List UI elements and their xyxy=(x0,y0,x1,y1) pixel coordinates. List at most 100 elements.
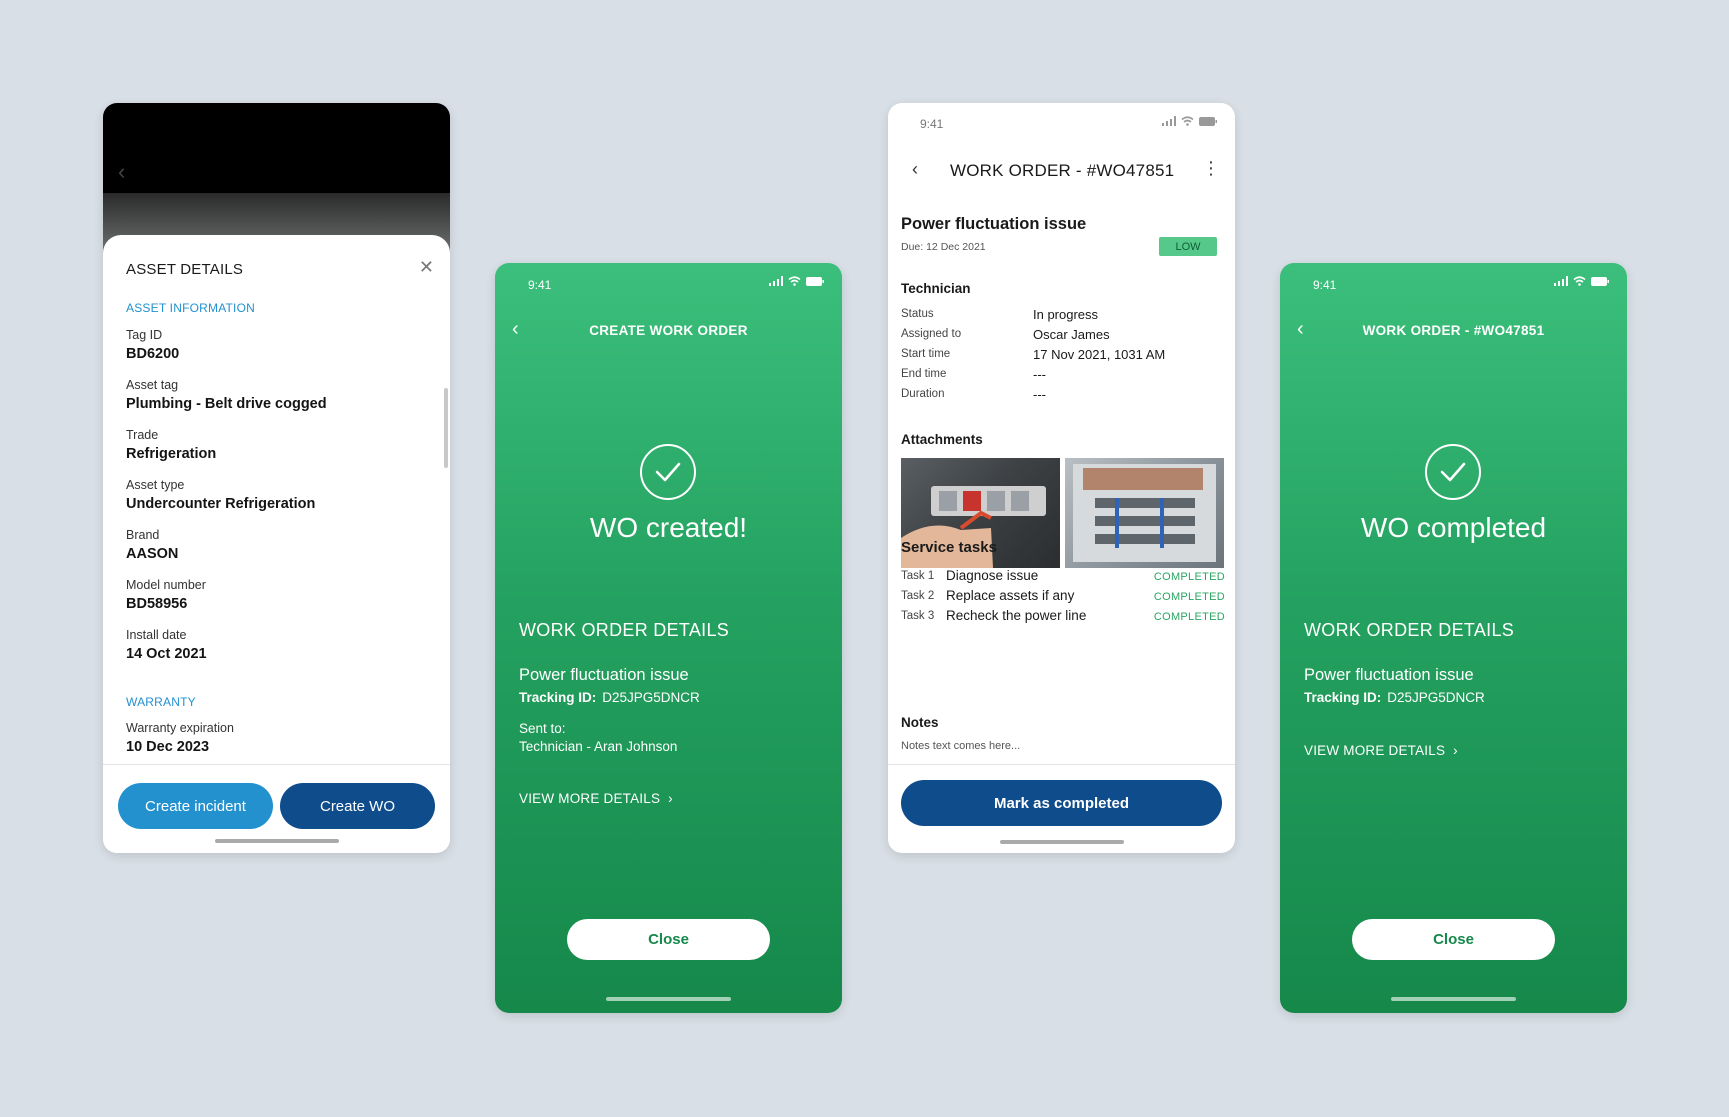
back-icon[interactable]: ‹ xyxy=(912,159,918,180)
asset-details-sheet: ASSET DETAILS ✕ ASSET INFORMATION Tag ID… xyxy=(103,235,450,853)
status-time: 9:41 xyxy=(920,117,944,131)
task-title: Diagnose issue xyxy=(946,568,1039,583)
view-more-details-link[interactable]: VIEW MORE DETAILS › xyxy=(1304,743,1458,758)
tech-label: Start time xyxy=(901,348,951,360)
signal-icon xyxy=(769,276,783,286)
task-status: COMPLETED xyxy=(1153,591,1225,603)
field-label: Trade xyxy=(126,428,159,442)
notes-text: Notes text comes here... xyxy=(901,740,1021,752)
notes-heading: Notes xyxy=(901,715,939,730)
field-label: Tag ID xyxy=(126,328,163,342)
tech-value: --- xyxy=(1033,367,1046,382)
tracking-value: D25JPG5DNCR xyxy=(1387,690,1485,705)
status-time: 9:41 xyxy=(1313,278,1337,292)
field-value: BD58956 xyxy=(126,596,188,612)
battery-icon xyxy=(1199,116,1217,126)
status-time: 9:41 xyxy=(528,278,552,292)
tech-label: Status xyxy=(901,308,934,320)
task-status: COMPLETED xyxy=(1153,571,1225,583)
status-icons xyxy=(1554,276,1609,286)
priority-badge: LOW xyxy=(1159,237,1217,256)
close-button[interactable]: Close xyxy=(567,919,770,960)
battery-icon xyxy=(1591,276,1609,286)
create-incident-button[interactable]: Create incident xyxy=(118,783,273,829)
field-value: 10 Dec 2023 xyxy=(126,739,210,755)
section-warranty: WARRANTY xyxy=(126,695,196,709)
sent-to-value: Technician - Aran Johnson xyxy=(519,739,678,754)
mark-as-completed-button[interactable]: Mark as completed xyxy=(901,780,1222,826)
task-title: Recheck the power line xyxy=(946,608,1087,623)
field-label: Warranty expiration xyxy=(126,721,234,735)
home-indicator xyxy=(1000,840,1124,844)
tracking-label: Tracking ID: xyxy=(519,690,597,705)
check-circle-icon xyxy=(640,444,696,500)
service-tasks-heading: Service tasks xyxy=(901,539,997,556)
asset-details-screen: ‹ ASSET DETAILS ✕ ASSET INFORMATION Tag … xyxy=(103,103,450,853)
chevron-right-icon: › xyxy=(1449,743,1458,758)
field-label: Install date xyxy=(126,628,187,642)
wo-created-screen: 9:41 ‹ CREATE WORK ORDER WO created! WOR… xyxy=(495,263,842,1013)
close-icon[interactable]: ✕ xyxy=(419,257,434,278)
create-wo-button[interactable]: Create WO xyxy=(280,783,435,829)
field-label: Model number xyxy=(126,578,206,592)
issue-title: Power fluctuation issue xyxy=(901,215,1087,233)
wifi-icon xyxy=(1181,116,1194,126)
signal-icon xyxy=(1554,276,1568,286)
page-title: WORK ORDER - #WO47851 xyxy=(950,161,1175,180)
tech-label: Assigned to xyxy=(901,328,962,340)
task-status: COMPLETED xyxy=(1153,611,1225,623)
tracking-id: Tracking ID: D25JPG5DNCR xyxy=(519,690,700,705)
home-indicator xyxy=(606,997,731,1001)
wo-completed-screen: 9:41 ‹ WORK ORDER - #WO47851 WO complete… xyxy=(1280,263,1627,1013)
page-title: CREATE WORK ORDER xyxy=(589,323,748,338)
attachment-image[interactable] xyxy=(1065,458,1224,568)
view-more-label: VIEW MORE DETAILS xyxy=(1304,743,1446,758)
field-label: Asset tag xyxy=(126,378,179,392)
wifi-icon xyxy=(1573,276,1586,286)
view-more-label: VIEW MORE DETAILS xyxy=(519,791,661,806)
scrollbar[interactable] xyxy=(444,388,448,468)
home-indicator xyxy=(1391,997,1516,1001)
issue-title: Power fluctuation issue xyxy=(519,666,689,684)
due-date: Due: 12 Dec 2021 xyxy=(901,241,986,253)
back-icon[interactable]: ‹ xyxy=(118,159,125,185)
tech-value: --- xyxy=(1033,387,1046,402)
tracking-value: D25JPG5DNCR xyxy=(602,690,700,705)
sheet-title: ASSET DETAILS xyxy=(126,261,244,278)
field-label: Brand xyxy=(126,528,160,542)
wifi-icon xyxy=(788,276,801,286)
field-value: AASON xyxy=(126,546,179,562)
close-button[interactable]: Close xyxy=(1352,919,1555,960)
section-asset-information: ASSET INFORMATION xyxy=(126,301,255,315)
field-value: Plumbing - Belt drive cogged xyxy=(126,396,327,412)
field-value: Undercounter Refrigeration xyxy=(126,496,316,512)
battery-icon xyxy=(806,276,824,286)
asset-photo: ‹ xyxy=(103,103,450,253)
signal-icon xyxy=(1162,116,1176,126)
view-more-details-link[interactable]: VIEW MORE DETAILS › xyxy=(519,791,673,806)
tracking-label: Tracking ID: xyxy=(1304,690,1382,705)
chevron-right-icon: › xyxy=(664,791,673,806)
status-icons xyxy=(769,276,824,286)
more-options-icon[interactable]: ⋮ xyxy=(1202,158,1220,179)
home-indicator xyxy=(215,839,339,843)
divider xyxy=(103,764,450,765)
success-message: WO completed xyxy=(1360,512,1547,543)
divider xyxy=(888,764,1235,765)
details-heading: WORK ORDER DETAILS xyxy=(519,620,730,640)
tracking-id: Tracking ID: D25JPG5DNCR xyxy=(1304,690,1485,705)
tech-label: End time xyxy=(901,368,947,380)
field-value: Refrigeration xyxy=(126,446,217,462)
task-number: Task 3 xyxy=(901,610,935,622)
sent-to-label: Sent to: xyxy=(519,721,566,736)
details-heading: WORK ORDER DETAILS xyxy=(1304,620,1515,640)
tech-value: In progress xyxy=(1033,307,1099,322)
task-number: Task 2 xyxy=(901,590,935,602)
issue-title: Power fluctuation issue xyxy=(1304,666,1474,684)
check-circle-icon xyxy=(1425,444,1481,500)
work-order-screen: 9:41 ‹ WORK ORDER - #WO47851 ⋮ Power flu… xyxy=(888,103,1235,853)
tech-value: Oscar James xyxy=(1033,327,1110,342)
task-title: Replace assets if any xyxy=(946,588,1075,603)
tech-value: 17 Nov 2021, 1031 AM xyxy=(1033,347,1166,362)
attachments-heading: Attachments xyxy=(901,432,983,447)
